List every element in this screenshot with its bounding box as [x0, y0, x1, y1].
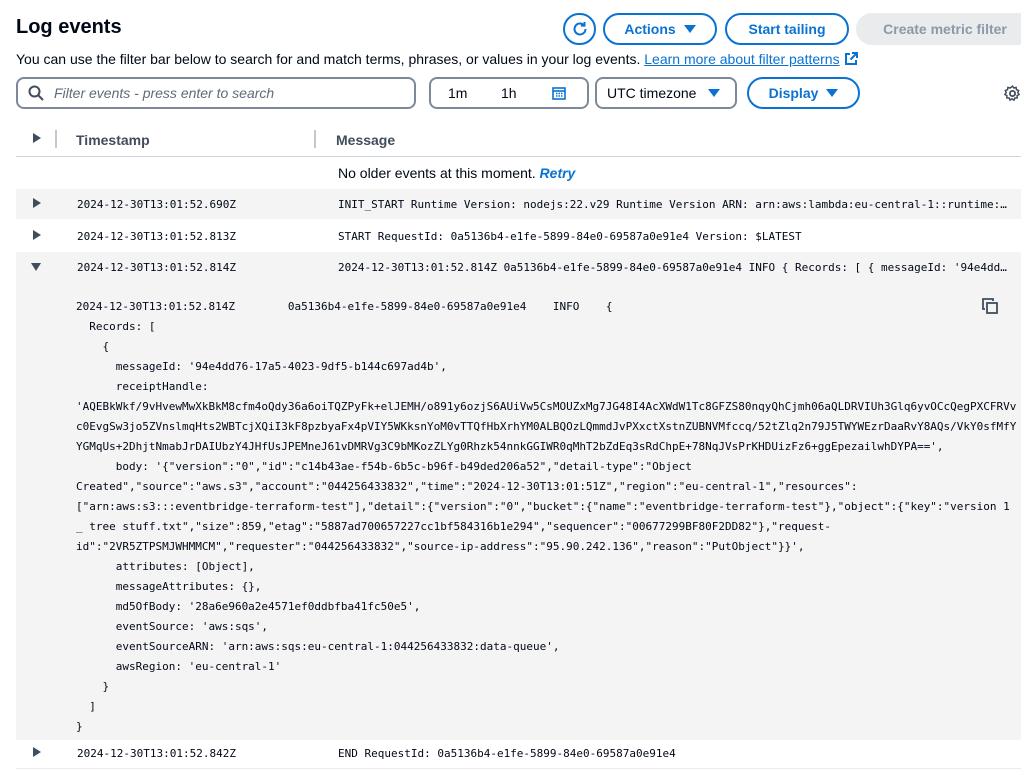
- actions-label: Actions: [624, 21, 676, 37]
- timezone-select[interactable]: UTC timezone: [595, 77, 737, 109]
- description-text: You can use the filter bar below to sear…: [16, 51, 641, 67]
- caret-down-icon: [708, 89, 721, 97]
- page-description: You can use the filter bar below to sear…: [16, 51, 858, 67]
- table-row[interactable]: 2024-12-30T13:01:52.690Z INIT_START Runt…: [16, 189, 1021, 219]
- learn-more-link[interactable]: Learn more about filter patterns: [644, 51, 839, 67]
- gear-icon[interactable]: [1004, 85, 1021, 102]
- column-header-message[interactable]: Message: [336, 132, 395, 148]
- external-link-icon: [844, 52, 858, 65]
- table-header: Timestamp Message: [16, 122, 1021, 157]
- refresh-icon: [573, 22, 586, 36]
- create-metric-filter-button[interactable]: Create metric filter: [856, 13, 1021, 45]
- row-timestamp: 2024-12-30T13:01:52.690Z: [77, 198, 236, 211]
- refresh-button[interactable]: [563, 13, 596, 45]
- expand-row-icon[interactable]: [33, 230, 41, 240]
- row-timestamp: 2024-12-30T13:01:52.814Z: [77, 261, 236, 274]
- row-timestamp: 2024-12-30T13:01:52.842Z: [77, 747, 236, 760]
- calendar-icon[interactable]: [552, 86, 566, 100]
- time-range-selector: 1m 1h: [429, 77, 589, 109]
- caret-down-icon: [683, 25, 696, 33]
- actions-button[interactable]: Actions: [603, 13, 717, 45]
- display-button[interactable]: Display: [747, 77, 860, 109]
- range-1m[interactable]: 1m: [448, 85, 467, 101]
- no-older-text: No older events at this moment.: [338, 165, 536, 181]
- expand-all-icon[interactable]: [33, 133, 41, 143]
- start-tailing-label: Start tailing: [748, 21, 826, 37]
- expand-row-icon[interactable]: [33, 198, 41, 208]
- expanded-event-detail: 2024-12-30T13:01:52.814Z 0a5136b4-e1fe-5…: [16, 287, 1021, 740]
- row-message: END RequestId: 0a5136b4-e1fe-5899-84e0-6…: [338, 747, 676, 760]
- copy-icon[interactable]: [982, 298, 998, 314]
- range-1h[interactable]: 1h: [501, 85, 517, 101]
- display-label: Display: [768, 85, 819, 101]
- timezone-value: UTC timezone: [607, 85, 697, 101]
- column-divider: [55, 130, 57, 148]
- row-divider: [16, 768, 1021, 769]
- search-icon: [28, 85, 44, 101]
- page-title: Log events: [16, 16, 122, 38]
- filter-input[interactable]: [52, 84, 396, 102]
- row-message: START RequestId: 0a5136b4-e1fe-5899-84e0…: [338, 230, 802, 243]
- create-metric-filter-label: Create metric filter: [883, 21, 1007, 37]
- column-header-timestamp[interactable]: Timestamp: [76, 132, 150, 148]
- no-older-events: No older events at this moment. Retry: [338, 165, 575, 181]
- column-divider[interactable]: [314, 130, 316, 148]
- retry-link[interactable]: Retry: [540, 165, 576, 181]
- table-row-expanded[interactable]: 2024-12-30T13:01:52.814Z 2024-12-30T13:0…: [16, 252, 1021, 287]
- event-detail-text: 2024-12-30T13:01:52.814Z 0a5136b4-e1fe-5…: [76, 300, 1017, 733]
- filter-search: [16, 77, 416, 109]
- row-timestamp: 2024-12-30T13:01:52.813Z: [77, 230, 236, 243]
- start-tailing-button[interactable]: Start tailing: [725, 13, 849, 45]
- expand-row-icon[interactable]: [33, 747, 41, 757]
- caret-down-icon: [826, 89, 839, 97]
- collapse-row-icon[interactable]: [31, 263, 41, 271]
- row-message: INIT_START Runtime Version: nodejs:22.v2…: [338, 198, 1008, 211]
- table-row[interactable]: 2024-12-30T13:01:52.813Z START RequestId…: [16, 221, 1021, 251]
- row-message: 2024-12-30T13:01:52.814Z 0a5136b4-e1fe-5…: [338, 261, 1008, 274]
- table-row[interactable]: 2024-12-30T13:01:52.842Z END RequestId: …: [16, 738, 1021, 768]
